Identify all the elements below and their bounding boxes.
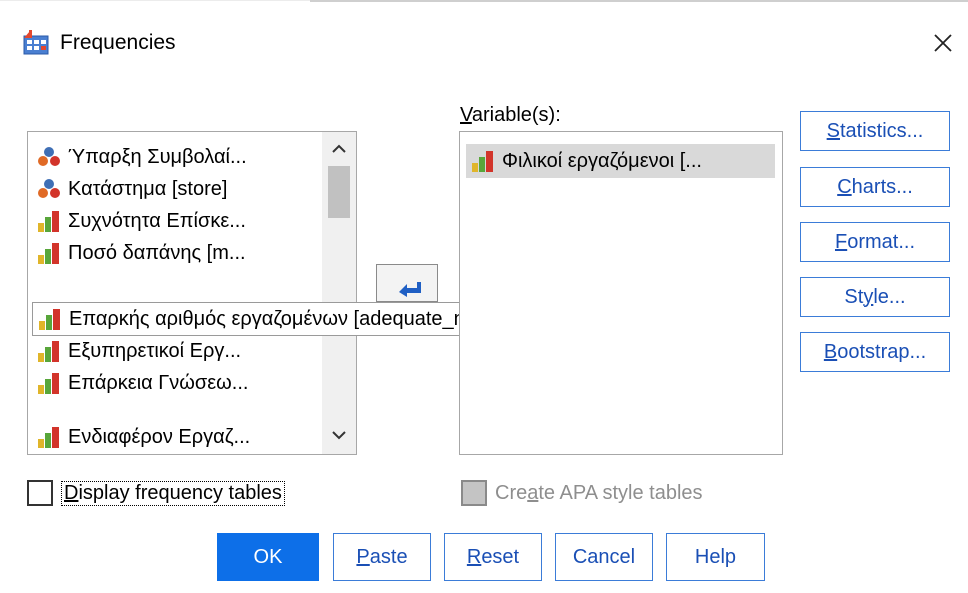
charts-button[interactable]: Charts... [800, 167, 950, 207]
statistics-button[interactable]: Statistics... [800, 111, 950, 151]
checkbox-label: Create APA style tables [495, 481, 703, 504]
checkbox-label: Display frequency tables [61, 480, 285, 506]
list-item-label: Συχνότητα Επίσκε... [68, 209, 246, 232]
checkbox-box[interactable] [27, 480, 53, 506]
bootstrap-button[interactable]: Bootstrap... [800, 332, 950, 372]
format-button[interactable]: Format... [800, 222, 950, 262]
nominal-variable-icon [38, 179, 60, 198]
window-top-edge [310, 0, 968, 2]
move-variable-button[interactable] [376, 264, 438, 302]
apa-style-tables-checkbox[interactable]: Create APA style tables [461, 480, 703, 506]
list-item-label: Επάρκεια Γνώσεω... [68, 371, 249, 394]
move-arrow-icon [399, 282, 421, 297]
list-item-label: Κατάστημα [store] [68, 177, 228, 200]
scale-variable-icon [38, 211, 59, 232]
chevron-down-icon [332, 431, 346, 440]
variables-label: Variable(s): [460, 104, 561, 126]
help-button[interactable]: Help [666, 533, 765, 581]
scroll-down-button[interactable] [322, 420, 356, 450]
display-frequency-tables-checkbox[interactable]: Display frequency tables [27, 480, 285, 506]
scale-variable-icon [472, 151, 493, 172]
list-item[interactable]: Επάρκεια Γνώσεω... [36, 368, 248, 398]
list-item-label: Ποσό δαπάνης [m... [68, 241, 246, 264]
checkbox-box[interactable] [461, 480, 487, 506]
scrollbar-thumb[interactable] [328, 166, 350, 218]
paste-button[interactable]: Paste [333, 533, 431, 581]
scale-variable-icon [38, 341, 59, 362]
chevron-up-icon [332, 144, 346, 153]
close-icon[interactable] [928, 28, 958, 58]
scale-variable-icon [38, 243, 59, 264]
scale-variable-icon [39, 309, 60, 330]
vertical-scrollbar[interactable] [322, 132, 356, 454]
ok-button[interactable]: OK [217, 533, 319, 581]
cancel-button[interactable]: Cancel [555, 533, 653, 581]
dialog-title: Frequencies [60, 31, 176, 54]
source-variable-list[interactable]: Ύπαρξη Συμβολαί... Κατάστημα [store] Συχ… [27, 131, 357, 455]
list-item[interactable]: Φιλικοί εργαζόμενοι [... [466, 144, 775, 178]
list-item-label: Ενδιαφέρον Εργαζ... [68, 425, 251, 448]
list-item[interactable]: Ύπαρξη Συμβολαί... [36, 142, 247, 172]
window-top-edge [0, 0, 310, 1]
style-button[interactable]: St y le... [800, 277, 950, 317]
nominal-variable-icon [38, 147, 60, 166]
list-item-label: Ύπαρξη Συμβολαί... [68, 145, 247, 168]
list-item[interactable]: Ποσό δαπάνης [m... [36, 238, 246, 268]
list-item[interactable]: Εξυπηρετικοί Εργ... [36, 336, 241, 366]
list-item[interactable]: Ενδιαφέρον Εργαζ... [36, 422, 250, 452]
selected-variable-list[interactable]: Φιλικοί εργαζόμενοι [... [459, 131, 783, 455]
spss-frequencies-icon [23, 30, 49, 55]
list-item-label: Εξυπηρετικοί Εργ... [68, 339, 242, 362]
list-item[interactable]: Κατάστημα [store] [36, 174, 227, 204]
reset-button[interactable]: Reset [444, 533, 542, 581]
scale-variable-icon [38, 427, 59, 448]
list-item[interactable]: Συχνότητα Επίσκε... [36, 206, 246, 236]
list-item-label: Φιλικοί εργαζόμενοι [... [502, 149, 702, 172]
scale-variable-icon [38, 373, 59, 394]
scroll-up-button[interactable] [322, 134, 356, 164]
